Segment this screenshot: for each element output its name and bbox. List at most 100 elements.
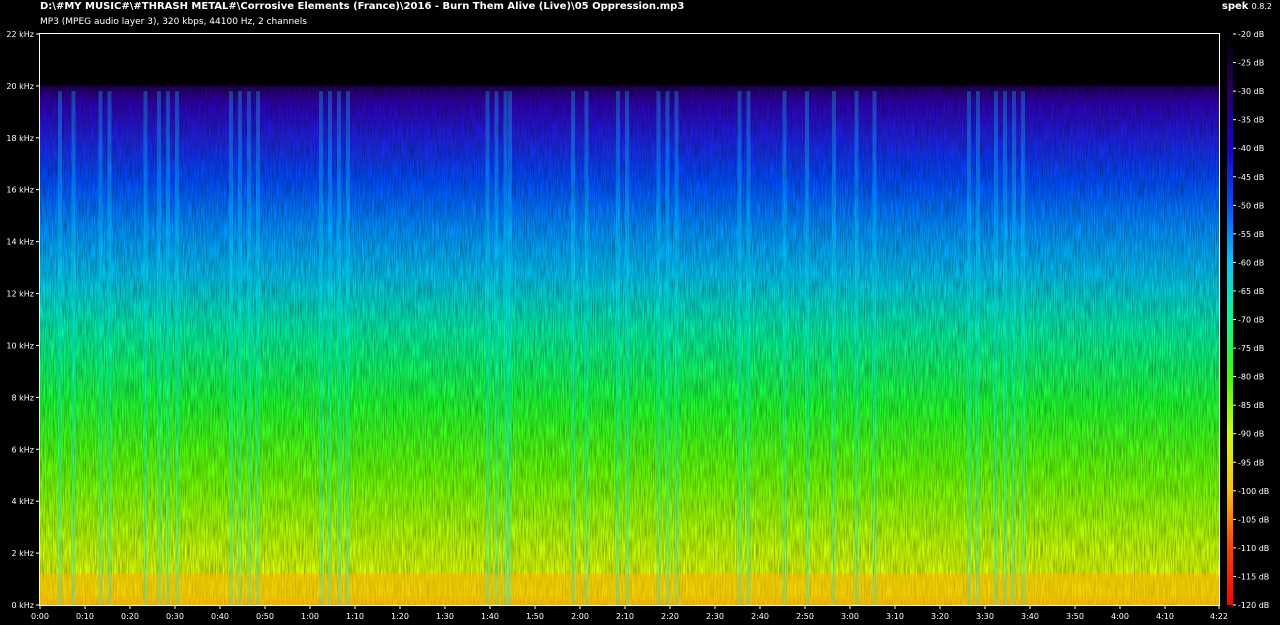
x-tick-label: 4:00 (1111, 612, 1129, 621)
spectral-streak (319, 91, 323, 606)
spectral-streak (616, 91, 620, 606)
colorbar-tick-label: -105 dB (1238, 515, 1269, 524)
y-tick-label: 2 kHz (12, 549, 34, 558)
x-tick-label: 1:40 (481, 612, 499, 621)
spectral-streak (805, 91, 809, 606)
spectral-streak (157, 91, 161, 606)
x-tick-label: 2:40 (751, 612, 769, 621)
x-tick-label: 3:10 (886, 612, 904, 621)
colorbar-tick-label: -75 dB (1238, 344, 1264, 353)
colorbar-tick-label: -35 dB (1238, 116, 1264, 125)
y-tick-label: 6 kHz (12, 445, 34, 454)
spectral-streak (175, 91, 179, 606)
spectral-streak (1012, 91, 1016, 606)
spectral-streak (508, 91, 512, 606)
spectral-streak (98, 91, 103, 606)
y-tick-label: 4 kHz (12, 497, 34, 506)
x-tick-label: 2:10 (616, 612, 634, 621)
colorbar-tick-label: -50 dB (1238, 201, 1264, 210)
x-tick-label: 4:10 (1156, 612, 1174, 621)
y-tick-label: 10 kHz (6, 341, 34, 350)
y-tick-label: 12 kHz (6, 290, 34, 299)
colorbar-tick-label: -25 dB (1238, 59, 1264, 68)
spectral-streak (737, 91, 742, 606)
spectral-streak (832, 91, 836, 606)
spectral-streak (674, 91, 679, 606)
colorbar-tick-label: -115 dB (1238, 572, 1269, 581)
spectral-streak (107, 91, 112, 606)
y-tick-label: 16 kHz (6, 186, 34, 195)
colorbar-tick-label: -55 dB (1238, 230, 1264, 239)
spectrogram-noise (40, 34, 1219, 605)
spectral-streak (994, 91, 998, 606)
colorbar-tick-label: -90 dB (1238, 430, 1264, 439)
spectral-streak (665, 91, 670, 606)
colorbar-tick-label: -100 dB (1238, 487, 1269, 496)
spectral-streak (247, 91, 251, 606)
spectral-streak (571, 91, 575, 606)
spectral-streak (238, 91, 242, 606)
spectral-streak (166, 91, 170, 606)
colorbar-tick-label: -45 dB (1238, 173, 1264, 182)
y-tick-label: 0 kHz (12, 601, 34, 610)
x-tick-label: 0:30 (166, 612, 184, 621)
spectral-streak (485, 91, 490, 606)
x-tick-label: 3:20 (931, 612, 949, 621)
x-tick-label: 2:30 (706, 612, 724, 621)
plot-area (40, 34, 1219, 606)
spectral-streak (143, 91, 148, 606)
y-tick-label: 22 kHz (6, 30, 34, 39)
x-tick-label: 2:20 (661, 612, 679, 621)
spectral-streak (625, 91, 629, 606)
spectral-streak (346, 91, 350, 606)
colorbar-tick-label: -110 dB (1238, 544, 1269, 553)
spectral-streak (656, 91, 661, 606)
x-tick-label: 3:50 (1066, 612, 1084, 621)
x-tick-label: 3:40 (1021, 612, 1039, 621)
colorbar-tick-label: -40 dB (1238, 144, 1264, 153)
x-tick-label: 0:00 (31, 612, 49, 621)
colorbar: -20 dB -25 dB -30 dB -35 dB -40 dB -45 dB -50 … (1227, 30, 1269, 610)
spectral-streak (584, 91, 589, 606)
x-tick-label: 1:20 (391, 612, 409, 621)
spectral-streak (967, 91, 971, 606)
x-tick-label: 1:30 (436, 612, 454, 621)
colorbar-tick-label: -70 dB (1238, 316, 1264, 325)
spectral-streak (229, 91, 233, 606)
colorbar-tick-label: -20 dB (1238, 30, 1264, 39)
x-tick-label: 1:50 (526, 612, 544, 621)
colorbar-tick-label: -80 dB (1238, 373, 1264, 382)
spectral-streak (494, 91, 499, 606)
spectral-streak (503, 91, 508, 606)
x-tick-label: 1:10 (346, 612, 364, 621)
colorbar-tick-label: -30 dB (1238, 87, 1264, 96)
colorbar-tick-label: -85 dB (1238, 401, 1264, 410)
colorbar-gradient (1227, 34, 1233, 605)
spectral-streak (746, 91, 751, 606)
colorbar-tick-label: -120 dB (1238, 601, 1269, 610)
spectral-streak (328, 91, 332, 606)
spectral-streak (71, 91, 76, 606)
x-tick-label: 0:20 (121, 612, 139, 621)
colorbar-tick-label: -60 dB (1238, 258, 1264, 267)
x-tick-label: 2:00 (571, 612, 589, 621)
spectral-streak (782, 91, 787, 606)
x-tick-label: 0:50 (256, 612, 274, 621)
spectrogram-chart[interactable]: 0:00 0:10 0:20 0:30 0:40 0:50 1:00 1:10 1:20 1:30… (0, 0, 1280, 625)
spectral-streak (872, 91, 877, 606)
x-tick-label: 0:40 (211, 612, 229, 621)
y-tick-label: 20 kHz (6, 82, 34, 91)
spectral-streak (1003, 91, 1007, 606)
colorbar-tick-label: -65 dB (1238, 287, 1264, 296)
bass-energy-band (40, 573, 1219, 605)
x-tick-label: 0:10 (76, 612, 94, 621)
x-tick-label: 1:00 (301, 612, 319, 621)
x-tick-label: 2:50 (796, 612, 814, 621)
spectral-streak (854, 91, 859, 606)
spectral-streak (58, 91, 62, 606)
spectral-streak (976, 91, 980, 606)
x-tick-label: 3:00 (841, 612, 859, 621)
x-tick-label: 3:30 (976, 612, 994, 621)
x-tick-label: 4:22 (1210, 612, 1228, 621)
spectral-streak (337, 91, 341, 606)
